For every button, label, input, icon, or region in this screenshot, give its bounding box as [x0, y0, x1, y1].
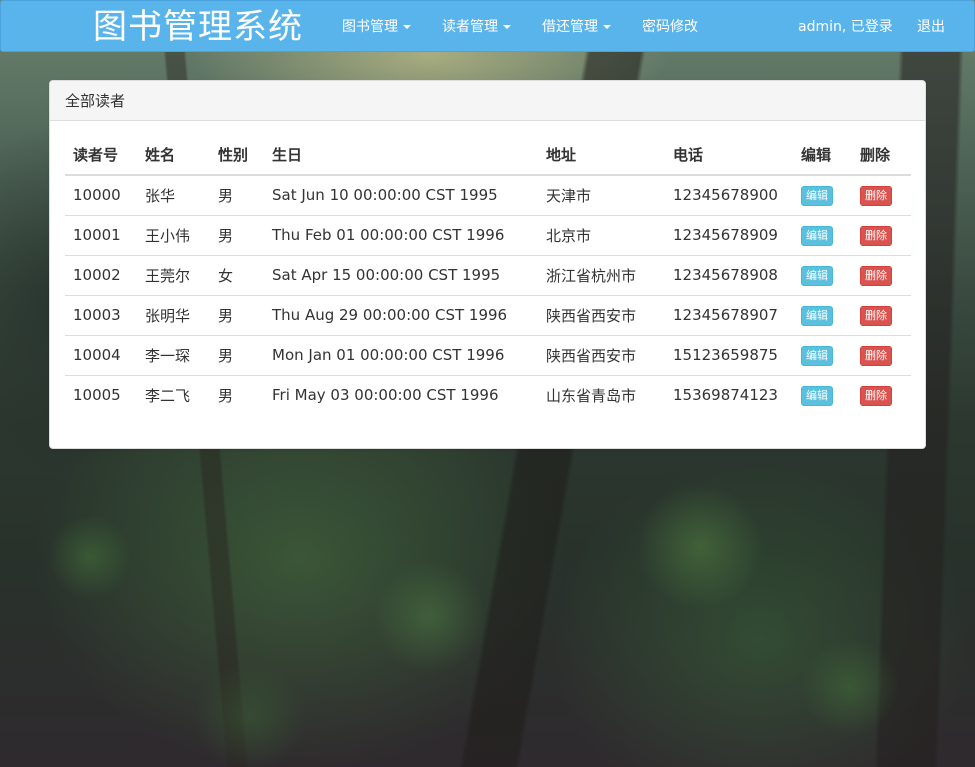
nav-menu-lending[interactable]: 借还管理 — [542, 18, 611, 36]
readers-panel: 全部读者 读者号 姓名 性别 生日 地址 电话 编辑 删除 10000 张华 男… — [49, 80, 926, 449]
cell-sex: 男 — [210, 334, 264, 375]
cell-phone: 12345678908 — [665, 254, 793, 295]
nav-menu-readers-label: 读者管理 — [442, 19, 498, 35]
readers-table: 读者号 姓名 性别 生日 地址 电话 编辑 删除 10000 张华 男 Sat … — [65, 135, 911, 415]
cell-name: 李一琛 — [137, 334, 210, 375]
cell-edit: 编辑 — [793, 175, 852, 215]
cell-sex: 男 — [218, 186, 234, 205]
delete-button[interactable]: 删除 — [860, 225, 892, 246]
table-header-row: 读者号 姓名 性别 生日 地址 电话 编辑 删除 — [65, 135, 911, 176]
cell-address: 浙江省杭州市 — [538, 254, 665, 295]
cell-address: 山东省青岛市 — [538, 374, 665, 415]
nav-menu-readers[interactable]: 读者管理 — [442, 18, 511, 36]
header-birthday: 生日 — [264, 135, 538, 176]
delete-button[interactable]: 删除 — [860, 345, 892, 366]
table-row: 10005 李二飞 男 Fri May 03 00:00:00 CST 1996… — [65, 374, 911, 415]
header-address: 地址 — [538, 135, 665, 176]
cell-reader-id: 10001 — [65, 214, 137, 255]
cell-reader-id: 10005 — [65, 374, 137, 415]
cell-sex: 女 — [210, 254, 264, 295]
header-edit: 编辑 — [793, 135, 852, 176]
cell-phone: 15369874123 — [665, 374, 793, 415]
delete-button[interactable]: 删除 — [860, 185, 892, 206]
table-row: 10001 王小伟 男 Thu Feb 01 00:00:00 CST 1996… — [65, 214, 911, 255]
table-row: 10002 王莞尔 女 Sat Apr 15 00:00:00 CST 1995… — [65, 254, 911, 295]
cell-address: 天津市 — [546, 186, 592, 205]
nav-menu-books[interactable]: 图书管理 — [342, 18, 411, 36]
cell-delete: 删除 — [852, 294, 911, 335]
header-phone: 电话 — [665, 135, 793, 176]
panel-title: 全部读者 — [50, 81, 925, 121]
cell-address: 陕西省西安市 — [538, 294, 665, 335]
cell-address: 北京市 — [538, 214, 665, 255]
cell-name: 张华 — [145, 186, 176, 205]
cell-phone: 12345678907 — [665, 294, 793, 335]
header-name: 姓名 — [137, 135, 210, 176]
cell-address: 陕西省西安市 — [538, 334, 665, 375]
cell-birthday: Fri May 03 00:00:00 CST 1996 — [264, 374, 538, 415]
cell-reader-id: 10002 — [65, 254, 137, 295]
cell-birthday: Mon Jan 01 00:00:00 CST 1996 — [264, 334, 538, 375]
header-delete: 删除 — [852, 135, 911, 176]
cell-name: 王莞尔 — [137, 254, 210, 295]
delete-button[interactable]: 删除 — [860, 305, 892, 326]
cell-edit: 编辑 — [793, 374, 852, 415]
logout-link[interactable]: 退出 — [917, 18, 945, 36]
cell-phone: 12345678909 — [665, 214, 793, 255]
top-navbar: 图书管理系统 图书管理 读者管理 借还管理 密码修改 admin, 已登录 退出 — [0, 0, 975, 52]
delete-button[interactable]: 删除 — [860, 385, 892, 406]
table-row: 10004 李一琛 男 Mon Jan 01 00:00:00 CST 1996… — [65, 334, 911, 375]
cell-delete: 删除 — [852, 334, 911, 375]
table-row: 10000 张华 男 Sat Jun 10 00:00:00 CST 1995 … — [65, 175, 911, 215]
cell-phone: 12345678900 — [673, 186, 778, 205]
cell-delete: 删除 — [852, 254, 911, 295]
chevron-down-icon — [603, 25, 611, 29]
cell-birthday: Sat Jun 10 00:00:00 CST 1995 — [272, 186, 498, 205]
nav-menu-lending-label: 借还管理 — [542, 19, 598, 35]
cell-name: 张明华 — [137, 294, 210, 335]
table-row: 10003 张明华 男 Thu Aug 29 00:00:00 CST 1996… — [65, 294, 911, 335]
cell-birthday: Sat Apr 15 00:00:00 CST 1995 — [264, 254, 538, 295]
header-sex: 性别 — [210, 135, 264, 176]
cell-reader-id: 10003 — [65, 294, 137, 335]
cell-phone: 15123659875 — [665, 334, 793, 375]
cell-sex: 男 — [210, 294, 264, 335]
cell-birthday: Thu Feb 01 00:00:00 CST 1996 — [264, 214, 538, 255]
edit-button[interactable]: 编辑 — [801, 385, 833, 406]
cell-reader-id: 10004 — [65, 334, 137, 375]
cell-delete: 删除 — [852, 175, 911, 215]
cell-name: 李二飞 — [137, 374, 210, 415]
user-status[interactable]: admin, 已登录 — [798, 18, 893, 36]
cell-edit: 编辑 — [793, 334, 852, 375]
cell-delete: 删除 — [852, 374, 911, 415]
edit-button[interactable]: 编辑 — [801, 305, 833, 326]
cell-name: 王小伟 — [137, 214, 210, 255]
cell-birthday: Thu Aug 29 00:00:00 CST 1996 — [264, 294, 538, 335]
cell-edit: 编辑 — [793, 294, 852, 335]
delete-button[interactable]: 删除 — [860, 265, 892, 286]
chevron-down-icon — [403, 25, 411, 29]
background-foliage — [0, 437, 975, 767]
cell-delete: 删除 — [852, 214, 911, 255]
cell-sex: 男 — [210, 374, 264, 415]
nav-password-link[interactable]: 密码修改 — [642, 18, 698, 36]
cell-sex: 男 — [210, 214, 264, 255]
nav-menu-books-label: 图书管理 — [342, 19, 398, 35]
chevron-down-icon — [503, 25, 511, 29]
cell-edit: 编辑 — [793, 254, 852, 295]
brand-title[interactable]: 图书管理系统 — [93, 7, 303, 47]
edit-button[interactable]: 编辑 — [801, 185, 833, 206]
edit-button[interactable]: 编辑 — [801, 265, 833, 286]
edit-button[interactable]: 编辑 — [801, 345, 833, 366]
edit-button[interactable]: 编辑 — [801, 225, 833, 246]
header-reader-id: 读者号 — [65, 135, 137, 176]
cell-edit: 编辑 — [793, 214, 852, 255]
cell-reader-id: 10000 — [73, 186, 121, 205]
